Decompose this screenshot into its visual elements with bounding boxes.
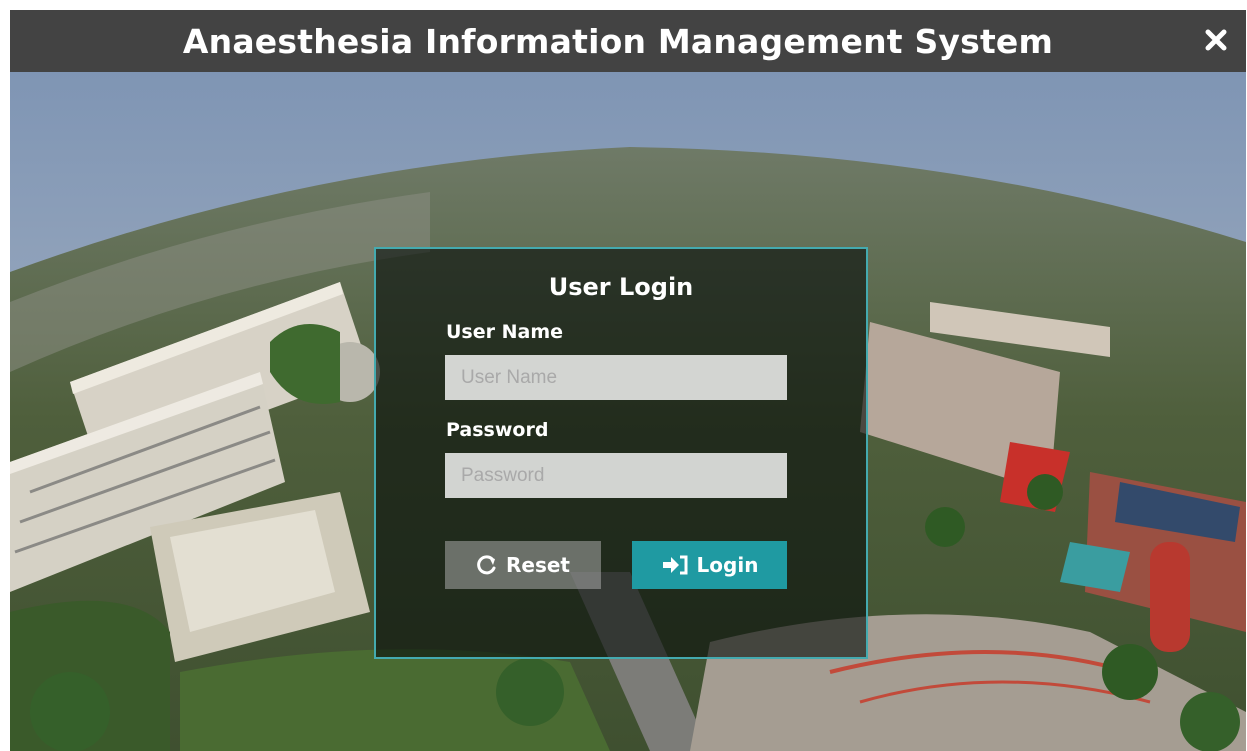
password-label: Password xyxy=(446,419,549,441)
sign-in-icon xyxy=(662,555,688,575)
username-label: User Name xyxy=(446,321,564,343)
background-photo: User Login User Name Password Reset Logi… xyxy=(10,72,1246,751)
login-button[interactable]: Login xyxy=(632,541,787,589)
window-title: Anaesthesia Information Management Syste… xyxy=(182,21,1054,61)
login-panel: User Login User Name Password Reset Logi… xyxy=(374,247,868,659)
username-input[interactable] xyxy=(445,355,787,400)
close-button[interactable] xyxy=(1200,24,1232,56)
title-bar: Anaesthesia Information Management Syste… xyxy=(10,10,1246,72)
login-button-label: Login xyxy=(696,553,759,577)
reset-button[interactable]: Reset xyxy=(445,541,601,589)
login-heading: User Login xyxy=(548,273,694,301)
app-window: Anaesthesia Information Management Syste… xyxy=(10,10,1246,751)
password-input[interactable] xyxy=(445,453,787,498)
close-icon xyxy=(1205,29,1227,51)
reset-button-label: Reset xyxy=(506,553,570,577)
refresh-icon xyxy=(477,555,496,575)
